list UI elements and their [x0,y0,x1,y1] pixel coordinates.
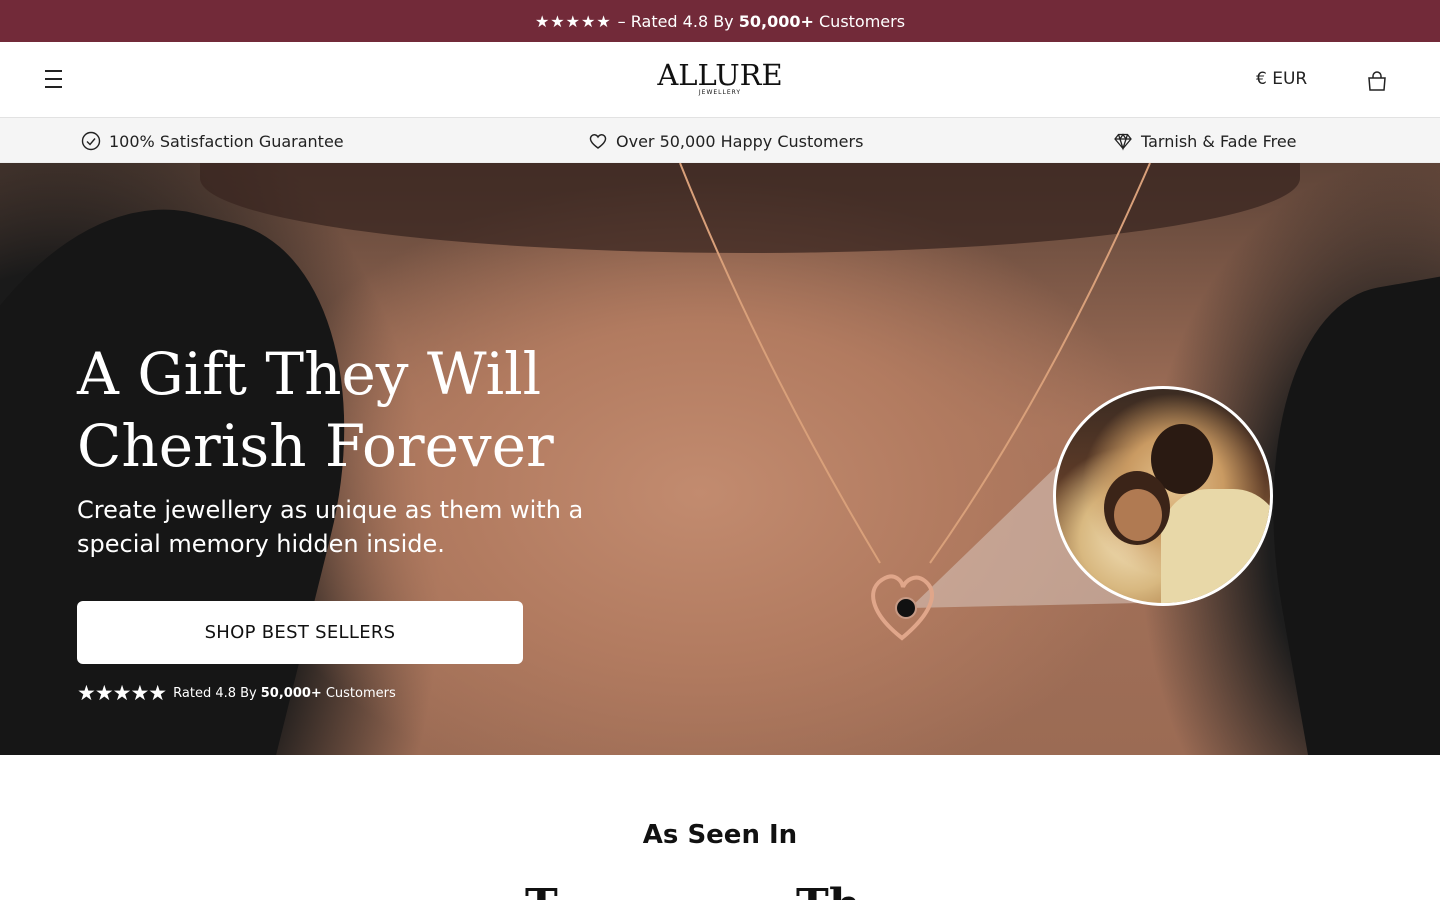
announcement-bar: ★★★★★ – Rated 4.8 By 50,000+ Customers [0,0,1440,42]
announcement-text-after: Customers [819,11,906,31]
usp-label: Over 50,000 Happy Customers [616,131,864,151]
hero-title: A Gift They Will Cherish Forever [77,338,637,482]
site-logo[interactable]: ALLURE JEWELLERY [657,60,782,96]
shopping-bag-icon[interactable] [1366,70,1388,92]
usp-label: 100% Satisfaction Guarantee [109,131,344,151]
memory-photo-circle [1053,386,1273,606]
press-logo: T [525,880,558,900]
logo-wordmark: ALLURE [657,58,783,92]
announcement-highlight: 50,000+ [738,11,814,31]
as-seen-in-title: As Seen In [642,820,798,850]
hero-subtitle: Create jewellery as unique as them with … [77,496,584,558]
usp-item-guarantee: 100% Satisfaction Guarantee [81,131,344,151]
hero-title-line1: A Gift They Will [77,340,542,408]
rating-text: Rated 4.8 By [173,685,257,701]
usp-bar: 100% Satisfaction Guarantee Over 50,000 … [0,118,1440,163]
announcement-text: – Rated 4.8 By [617,11,734,31]
rating-stars: ★★★★★ [77,681,167,705]
press-logos: T Th [0,880,1440,900]
usp-item-tarnish: Tarnish & Fade Free [1113,131,1297,151]
rating-highlight: 50,000+ [260,685,322,701]
hamburger-menu-icon[interactable] [45,70,65,88]
hero-banner: A Gift They Will Cherish Forever Create … [0,163,1440,755]
usp-item-customers: Over 50,000 Happy Customers [588,131,863,151]
hero-title-line2: Cherish Forever [77,412,554,480]
rating-stars: ★★★★★ [534,11,612,31]
rating-text-after: Customers [325,685,396,701]
diamond-icon [1114,133,1132,151]
heart-icon [589,134,607,149]
usp-label: Tarnish & Fade Free [1141,131,1297,151]
site-header: ALLURE JEWELLERY € EUR [0,42,1440,118]
check-circle-icon [81,131,101,151]
hero-rating: ★★★★★ Rated 4.8 By 50,000+ Customers [77,681,396,705]
currency-selector[interactable]: € EUR [1256,69,1307,89]
shop-best-sellers-button[interactable]: SHOP BEST SELLERS [77,601,523,664]
press-logo: Th [796,880,861,900]
